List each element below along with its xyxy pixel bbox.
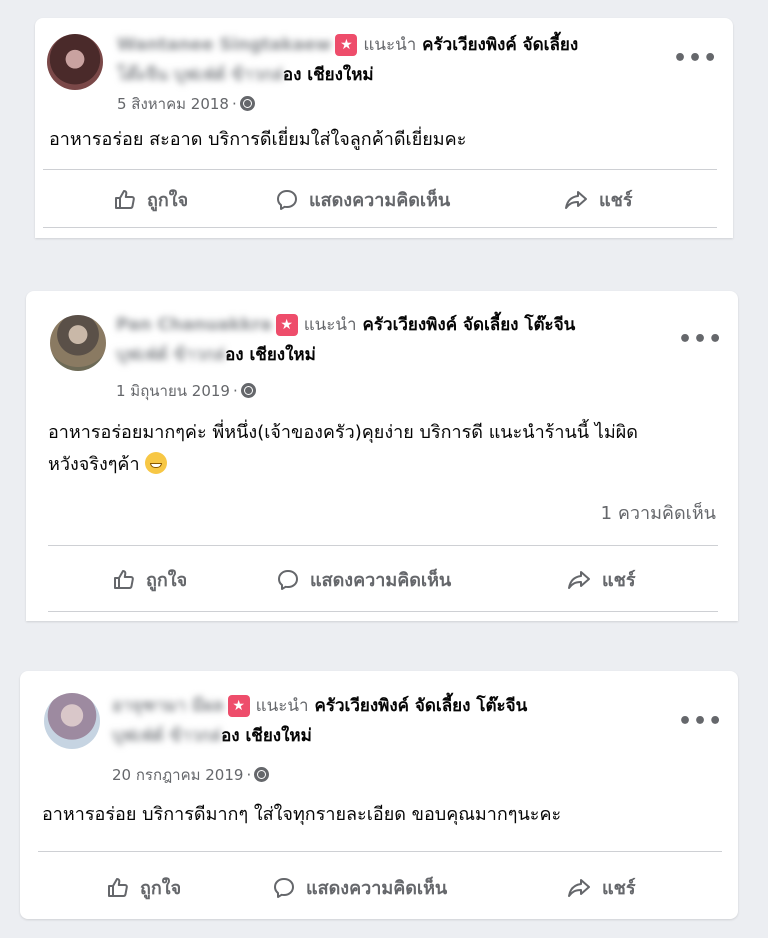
- review-post-1: Wantanee Singtakaew ★ แนะนำ ครัวเวียงพิงค์…: [35, 18, 733, 238]
- comment-bubble-icon: [278, 569, 298, 590]
- globe-icon: [254, 767, 270, 782]
- author-name[interactable]: อาจุฑามา มีผล: [112, 696, 224, 716]
- share-arrow-icon: [568, 570, 590, 589]
- page-name-blurred: โต๊ะจีน บุฟเฟ่ต์ ข้าวกล่: [117, 65, 283, 85]
- share-button[interactable]: แชร์: [566, 873, 636, 902]
- recommend-badge-icon: ★: [275, 314, 298, 336]
- share-label: แชร์: [599, 190, 633, 211]
- post-date[interactable]: 20 กรกฎาคม 2019 ·: [112, 763, 270, 787]
- comment-count[interactable]: 1 ความคิดเห็น: [601, 498, 716, 527]
- like-thumb-icon: [115, 189, 135, 209]
- share-arrow-icon: [565, 190, 587, 209]
- divider: [43, 169, 717, 170]
- page-name[interactable]: ครัวเวียงพิงค์ จัดเลี้ยง โต๊ะจีน: [314, 696, 527, 716]
- post-text-line1: อาหารอร่อยมากๆค่ะ พี่หนึ่ง(เจ้าของครัว)ค…: [48, 422, 638, 443]
- page-name-continued[interactable]: อง เชียงใหม่: [221, 726, 312, 746]
- like-label: ถูกใจ: [147, 190, 189, 211]
- like-button[interactable]: ถูกใจ: [106, 873, 181, 902]
- more-options-icon[interactable]: •••: [678, 327, 723, 352]
- recommend-badge-icon: ★: [227, 695, 250, 717]
- author-name[interactable]: Wantanee Singtakaew: [117, 35, 331, 55]
- divider: [48, 611, 718, 612]
- date-text: 20 กรกฎาคม 2019: [112, 766, 244, 784]
- post-header: Pan Chanuakkra ★ แนะนำ ครัวเวียงพิงค์ จัดเ…: [116, 310, 696, 370]
- post-header: Wantanee Singtakaew ★ แนะนำ ครัวเวียงพิงค์…: [117, 30, 677, 90]
- comment-bubble-icon: [277, 189, 297, 210]
- recommend-verb: แนะนำ: [363, 35, 417, 55]
- post-date[interactable]: 5 สิงหาคม 2018 ·: [117, 92, 255, 116]
- grinning-emoji-icon: [145, 452, 168, 474]
- post-text-line2: หวังจริงๆค้า: [48, 454, 140, 475]
- share-label: แชร์: [602, 878, 636, 899]
- comment-label: แสดงความคิดเห็น: [306, 878, 448, 899]
- like-label: ถูกใจ: [140, 878, 182, 899]
- review-post-3: อาจุฑามา มีผล ★ แนะนำ ครัวเวียงพิงค์ จัดเล…: [20, 671, 738, 919]
- divider: [38, 851, 722, 852]
- post-text: อาหารอร่อยมากๆค่ะ พี่หนึ่ง(เจ้าของครัว)ค…: [48, 417, 728, 481]
- share-button[interactable]: แชร์: [566, 565, 636, 594]
- avatar[interactable]: [50, 315, 106, 371]
- page-name-continued[interactable]: อง เชียงใหม่: [283, 65, 374, 85]
- globe-icon: [240, 383, 256, 398]
- post-date[interactable]: 1 มิถุนายน 2019 ·: [116, 379, 256, 403]
- recommend-verb: แนะนำ: [255, 696, 309, 716]
- post-text: อาหารอร่อย สะอาด บริการดีเยี่ยมใส่ใจลูกค…: [49, 129, 467, 150]
- page-name-continued[interactable]: อง เชียงใหม่: [225, 345, 316, 365]
- post-header: อาจุฑามา มีผล ★ แนะนำ ครัวเวียงพิงค์ จัดเล…: [112, 691, 672, 751]
- more-options-icon[interactable]: •••: [678, 709, 723, 734]
- like-thumb-icon: [108, 877, 128, 897]
- page-name-blurred: บุฟเฟ่ต์ ข้าวกล่: [116, 345, 226, 365]
- like-label: ถูกใจ: [146, 570, 188, 591]
- comment-button[interactable]: แสดงความคิดเห็น: [276, 565, 451, 594]
- like-button[interactable]: ถูกใจ: [113, 185, 188, 214]
- comment-label: แสดงความคิดเห็น: [309, 190, 451, 211]
- page-name[interactable]: ครัวเวียงพิงค์ จัดเลี้ยง โต๊ะจีน: [363, 315, 576, 335]
- recommend-badge-icon: ★: [335, 34, 358, 56]
- comment-bubble-icon: [274, 877, 294, 898]
- recommend-verb: แนะนำ: [303, 315, 357, 335]
- avatar[interactable]: [44, 693, 100, 749]
- date-text: 5 สิงหาคม 2018: [117, 95, 229, 113]
- share-label: แชร์: [602, 570, 636, 591]
- divider: [43, 227, 717, 228]
- author-name[interactable]: Pan Chanuakkra: [116, 315, 272, 335]
- share-arrow-icon: [568, 878, 590, 897]
- share-button[interactable]: แชร์: [563, 185, 633, 214]
- comment-label: แสดงความคิดเห็น: [310, 570, 452, 591]
- review-post-2: Pan Chanuakkra ★ แนะนำ ครัวเวียงพิงค์ จัดเ…: [26, 291, 738, 621]
- globe-icon: [239, 96, 255, 111]
- date-text: 1 มิถุนายน 2019: [116, 382, 230, 400]
- comment-button[interactable]: แสดงความคิดเห็น: [272, 873, 447, 902]
- page-name-blurred: บุฟเฟ่ต์ ข้าวกล่: [112, 726, 222, 746]
- avatar[interactable]: [47, 34, 103, 90]
- page-name[interactable]: ครัวเวียงพิงค์ จัดเลี้ยง: [422, 35, 578, 55]
- like-button[interactable]: ถูกใจ: [112, 565, 187, 594]
- post-text: อาหารอร่อย บริการดีมากๆ ใส่ใจทุกรายละเอี…: [42, 804, 562, 825]
- more-options-icon[interactable]: •••: [673, 46, 718, 71]
- like-thumb-icon: [114, 569, 134, 589]
- divider: [48, 545, 718, 546]
- comment-button[interactable]: แสดงความคิดเห็น: [275, 185, 450, 214]
